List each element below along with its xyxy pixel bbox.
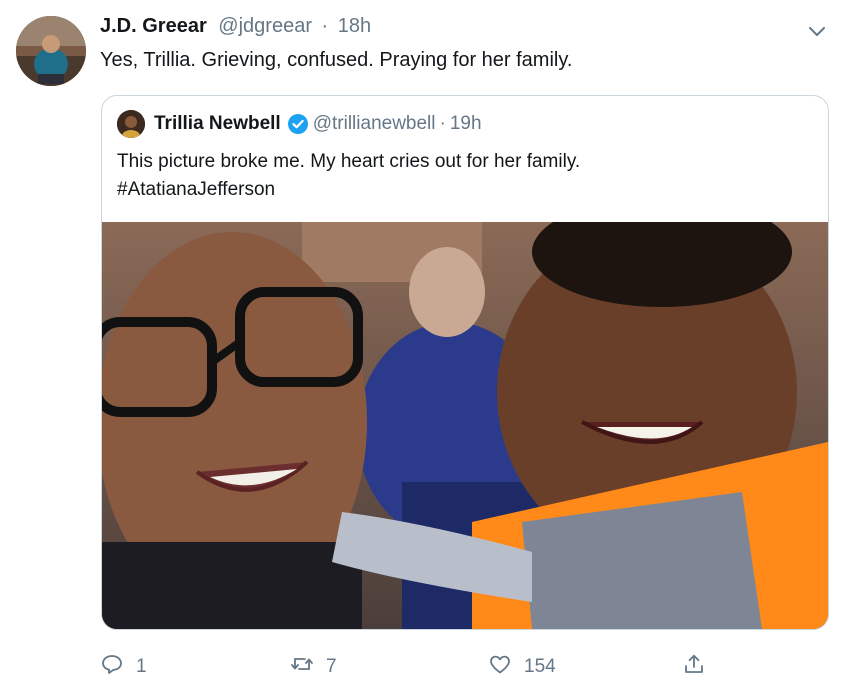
quoted-author-handle[interactable]: @trillianewbell — [313, 113, 436, 135]
share-icon — [682, 652, 718, 682]
quoted-text: This picture broke me. My heart cries ou… — [117, 148, 580, 204]
action-bar: 1 7 154 — [100, 652, 730, 680]
retweet-icon — [290, 652, 326, 682]
quoted-tweet[interactable]: Trillia Newbell @trillianewbell · 19h Th… — [101, 95, 829, 630]
tweet[interactable]: J.D. Greear @jdgreear · 18h Yes, Trillia… — [0, 0, 850, 699]
chevron-down-icon[interactable] — [806, 20, 828, 42]
hashtag-link[interactable]: #AtatianaJefferson — [117, 176, 580, 204]
reply-button[interactable]: 1 — [100, 652, 147, 682]
author-avatar[interactable] — [16, 16, 86, 86]
quoted-header: Trillia Newbell @trillianewbell · 19h — [154, 113, 482, 135]
tweet-text: Yes, Trillia. Grieving, confused. Prayin… — [100, 49, 573, 71]
like-count: 154 — [524, 656, 556, 677]
reply-count: 1 — [136, 656, 147, 677]
quoted-author-avatar[interactable] — [117, 110, 145, 138]
like-icon — [488, 652, 524, 682]
verified-badge-icon — [287, 113, 309, 135]
author-name[interactable]: J.D. Greear — [100, 15, 207, 37]
quoted-author-name[interactable]: Trillia Newbell — [154, 113, 281, 135]
tweet-time[interactable]: 18h — [338, 15, 371, 37]
like-button[interactable]: 154 — [488, 652, 556, 682]
retweet-button[interactable]: 7 — [290, 652, 337, 682]
retweet-count: 7 — [326, 656, 337, 677]
author-handle[interactable]: @jdgreear — [218, 15, 312, 37]
quoted-photo[interactable] — [102, 222, 828, 629]
separator-dot: · — [321, 15, 329, 37]
quoted-text-line: This picture broke me. My heart cries ou… — [117, 151, 581, 172]
quoted-time[interactable]: 19h — [450, 113, 482, 135]
reply-icon — [100, 652, 136, 682]
separator-dot: · — [439, 113, 446, 134]
share-button[interactable] — [682, 652, 718, 682]
tweet-header: J.D. Greear @jdgreear · 18h — [100, 15, 371, 38]
